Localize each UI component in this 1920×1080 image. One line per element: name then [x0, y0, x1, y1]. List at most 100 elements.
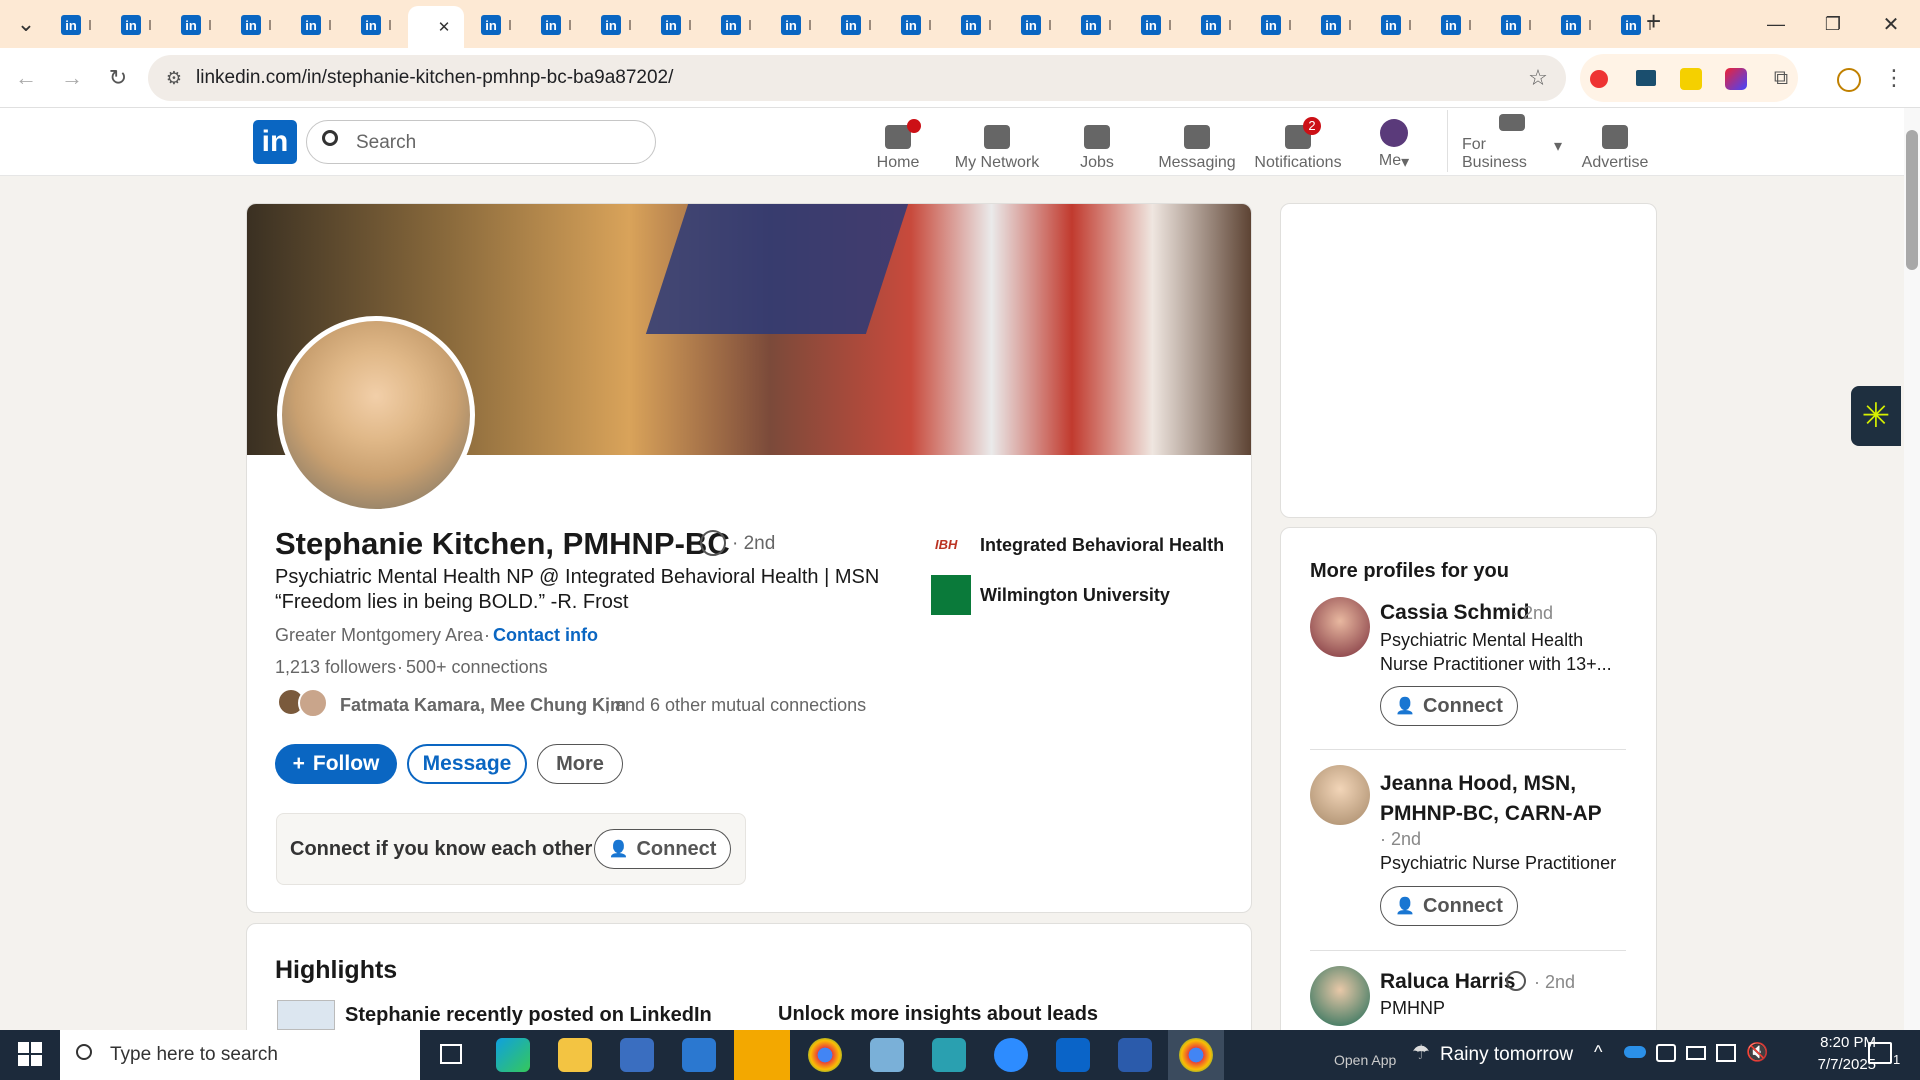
app-icon[interactable] [932, 1038, 966, 1072]
browser-tab[interactable]: in [1188, 8, 1244, 42]
scrollbar-thumb[interactable] [1906, 130, 1918, 270]
verified-shield-icon[interactable] [700, 530, 726, 556]
color-extension-icon[interactable] [1725, 68, 1747, 90]
menu-kebab-icon[interactable]: ⋮ [1876, 60, 1912, 96]
open-app-label[interactable]: Open App [1334, 1052, 1396, 1068]
edge-icon[interactable] [496, 1038, 530, 1072]
volume-muted-icon[interactable]: 🔇 [1746, 1042, 1768, 1063]
site-info-icon[interactable]: ⚙ [156, 60, 192, 96]
browser-tab[interactable]: in [1128, 8, 1184, 42]
app-icon[interactable] [870, 1038, 904, 1072]
browser-tab[interactable]: in [1488, 8, 1544, 42]
follow-button[interactable]: + Follow [275, 744, 397, 784]
nav-me[interactable]: Me ▾ [1344, 114, 1444, 172]
task-view-icon[interactable] [440, 1044, 462, 1064]
more-button[interactable]: More [537, 744, 623, 784]
network-icon[interactable] [1716, 1044, 1736, 1062]
mutual-names[interactable]: Fatmata Kamara, Mee Chung Kim [340, 695, 626, 716]
tab-search-chevron-icon[interactable]: ⌄ [8, 6, 44, 42]
suggested-profile-name[interactable]: Raluca Harris [1380, 970, 1515, 994]
current-company[interactable]: Integrated Behavioral Health [980, 535, 1224, 556]
url-text[interactable]: linkedin.com/in/stephanie-kitchen-pmhnp-… [196, 67, 673, 89]
browser-tab-active[interactable]: ✕ [408, 6, 464, 48]
star-extension-icon[interactable] [1680, 68, 1702, 90]
mutual-rest[interactable]: , and 6 other mutual connections [605, 695, 866, 716]
browser-tab[interactable]: in [1548, 8, 1604, 42]
browser-tab[interactable]: in [948, 8, 1004, 42]
browser-tab[interactable]: in [48, 8, 104, 42]
pokeball-extension-icon[interactable] [1590, 70, 1608, 88]
connect-button[interactable]: 👤 Connect [1380, 686, 1518, 726]
suggested-profile-name[interactable]: Jeanna Hood, MSN, PMHNP-BC, CARN-AP [1380, 769, 1610, 829]
profile-photo[interactable] [277, 316, 475, 514]
onedrive-icon[interactable] [1624, 1046, 1646, 1058]
weather-text[interactable]: Rainy tomorrow [1440, 1044, 1573, 1066]
linkedin-logo[interactable]: in [253, 120, 297, 164]
chrome-icon[interactable] [1179, 1038, 1213, 1072]
new-tab-button[interactable]: + [1646, 6, 1661, 37]
clock-time[interactable]: 8:20 PM [1786, 1034, 1876, 1051]
connections-count[interactable]: 500+ connections [406, 657, 548, 678]
camera-icon[interactable] [1656, 1044, 1676, 1062]
browser-tab[interactable]: in [348, 8, 404, 42]
forward-button[interactable]: → [54, 60, 90, 96]
nav-for-business[interactable]: For Business ▾ [1462, 114, 1562, 172]
profile-icon[interactable] [1837, 68, 1861, 92]
browser-tab[interactable]: in [1428, 8, 1484, 42]
profile-avatar[interactable] [1310, 597, 1370, 657]
nav-notifications[interactable]: 2 Notifications [1248, 114, 1348, 172]
browser-tab[interactable]: in [528, 8, 584, 42]
floating-sparkle-widget[interactable]: ✳ [1851, 386, 1901, 446]
highlight-post-text[interactable]: Stephanie recently posted on LinkedIn [345, 1004, 712, 1027]
chevron-up-icon[interactable]: ^ [1594, 1042, 1602, 1063]
browser-tab[interactable]: in [108, 8, 164, 42]
nav-messaging[interactable]: Messaging [1147, 114, 1247, 172]
highlight-insights-text[interactable]: Unlock more insights about leads [778, 1003, 1098, 1026]
connect-button[interactable]: 👤 Connect [594, 829, 731, 869]
browser-tab[interactable]: in [228, 8, 284, 42]
close-tab-icon[interactable]: ✕ [438, 18, 451, 36]
zoom-icon[interactable] [994, 1038, 1028, 1072]
restore-button[interactable]: ❐ [1815, 6, 1851, 42]
nav-home[interactable]: Home [848, 114, 948, 172]
nav-jobs[interactable]: Jobs [1047, 114, 1147, 172]
mail-icon[interactable] [682, 1038, 716, 1072]
connect-button[interactable]: 👤 Connect [1380, 886, 1518, 926]
profile-avatar[interactable] [1310, 966, 1370, 1026]
nav-my-network[interactable]: My Network [947, 114, 1047, 172]
back-button[interactable]: ← [8, 60, 44, 96]
browser-tab[interactable]: in [768, 8, 824, 42]
folder-extension-icon[interactable] [1636, 70, 1656, 86]
browser-tab[interactable]: in [888, 8, 944, 42]
word-icon[interactable] [1118, 1038, 1152, 1072]
file-explorer-icon[interactable] [558, 1038, 592, 1072]
close-window-button[interactable]: ✕ [1873, 6, 1909, 42]
minimize-button[interactable]: — [1758, 6, 1794, 42]
browser-tab[interactable]: in [168, 8, 224, 42]
browser-tab[interactable]: in [708, 8, 764, 42]
suggested-profile-name[interactable]: Cassia Schmid [1380, 601, 1529, 625]
browser-tab[interactable]: in [1368, 8, 1424, 42]
school-name[interactable]: Wilmington University [980, 585, 1170, 606]
bookmark-star-icon[interactable]: ☆ [1520, 60, 1556, 96]
puzzle-extensions-icon[interactable]: ⧉ [1763, 60, 1799, 96]
windows-start-icon[interactable] [18, 1042, 42, 1066]
clock-date[interactable]: 7/7/2025 [1786, 1056, 1876, 1073]
browser-tab[interactable]: in [828, 8, 884, 42]
contact-info-link[interactable]: Contact info [493, 625, 598, 646]
notification-center-icon[interactable] [1868, 1042, 1892, 1064]
browser-tab[interactable]: in [1248, 8, 1304, 42]
nav-advertise[interactable]: Advertise [1565, 114, 1665, 172]
profile-avatar[interactable] [1310, 765, 1370, 825]
browser-tab[interactable]: in [588, 8, 644, 42]
browser-tab[interactable]: in [1068, 8, 1124, 42]
reload-button[interactable]: ↻ [100, 60, 136, 96]
outlook-icon[interactable] [1056, 1038, 1090, 1072]
browser-tab[interactable]: in [1008, 8, 1064, 42]
chrome-icon[interactable] [808, 1038, 842, 1072]
store-icon[interactable] [620, 1038, 654, 1072]
browser-tab[interactable]: in [1308, 8, 1364, 42]
message-button[interactable]: Message [407, 744, 527, 784]
sticky-notes-icon[interactable] [734, 1030, 790, 1080]
battery-icon[interactable] [1686, 1046, 1706, 1060]
